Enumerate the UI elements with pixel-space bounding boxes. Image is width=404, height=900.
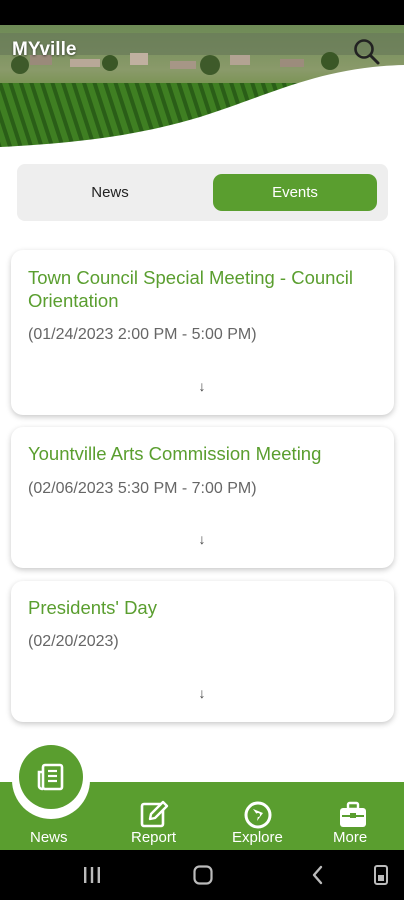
tab-events[interactable]: Events (213, 174, 377, 211)
edit-icon (140, 800, 169, 828)
nav-item-explore[interactable]: Explore (228, 782, 288, 850)
status-bar (0, 0, 404, 25)
tab-news[interactable]: News (28, 174, 192, 211)
compass-icon (244, 801, 272, 829)
event-title: Presidents' Day (28, 597, 157, 618)
event-date: (02/20/2023) (28, 633, 119, 650)
event-card[interactable]: Town Council Special Meeting - Council O… (11, 250, 394, 415)
event-title: Town Council Special Meeting - Council O… (28, 267, 353, 311)
app-title: MYville (12, 39, 77, 60)
recent-apps-icon[interactable] (82, 864, 102, 886)
back-icon[interactable] (308, 864, 328, 886)
arrow-down-icon[interactable]: ↓ (192, 683, 212, 703)
event-card[interactable]: Presidents' Day (02/20/2023) ↓ (11, 581, 394, 722)
arrow-down-icon[interactable]: ↓ (192, 529, 212, 549)
search-icon (354, 39, 380, 65)
system-navigation-bar (0, 850, 404, 900)
event-date: (02/06/2023 5:30 PM - 7:00 PM) (28, 480, 257, 497)
briefcase-icon (340, 801, 366, 827)
nav-label: Report (131, 829, 177, 846)
nav-item-more[interactable]: More (328, 782, 376, 850)
nav-label: News (30, 829, 68, 846)
nav-item-report[interactable]: Report (128, 782, 180, 850)
event-date: (01/24/2023 2:00 PM - 5:00 PM) (28, 326, 257, 343)
arrow-down-icon[interactable]: ↓ (192, 376, 212, 396)
newspaper-icon (37, 763, 64, 791)
news-fab-button[interactable] (19, 745, 83, 809)
nav-label: More (333, 829, 368, 846)
search-button[interactable] (352, 37, 382, 67)
event-card[interactable]: Yountville Arts Commission Meeting (02/0… (11, 427, 394, 568)
event-title: Yountville Arts Commission Meeting (28, 443, 322, 464)
nav-label: Explore (232, 829, 283, 846)
news-events-toggle: News Events (17, 164, 388, 221)
header-banner: MYville (0, 25, 404, 153)
rotate-screen-icon[interactable] (372, 864, 390, 886)
home-icon[interactable] (192, 864, 214, 886)
